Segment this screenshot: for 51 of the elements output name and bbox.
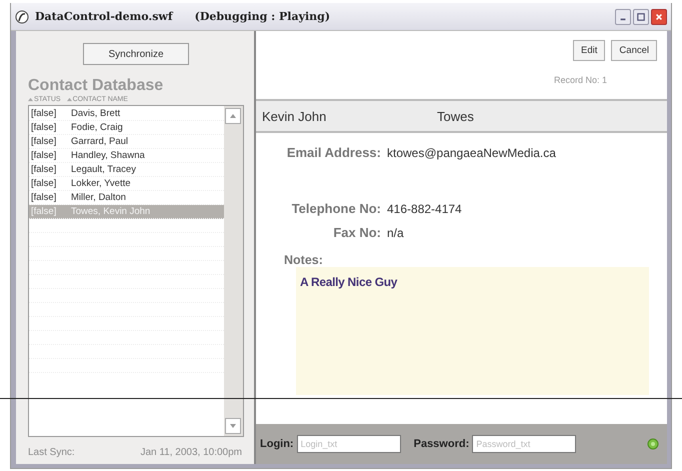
contact-name: Legault, Tracey xyxy=(71,164,136,175)
password-field[interactable]: Password_txt xyxy=(472,435,576,453)
last-sync-value: Jan 11, 2003, 10:00pm xyxy=(140,447,242,458)
status-text: [false] xyxy=(31,164,58,175)
scroll-up-icon[interactable] xyxy=(225,108,241,124)
toolbar-button[interactable]: Cancel xyxy=(611,40,657,61)
status-text: [false] xyxy=(31,136,58,147)
contact-name: Fodie, Craig xyxy=(71,122,123,133)
field-label: Fax No: xyxy=(332,225,381,240)
last-sync-label: Last Sync: xyxy=(28,447,75,458)
field-value: ktowes@pangaeaNewMedia.ca xyxy=(387,146,556,160)
status-text: [false] xyxy=(31,150,58,161)
scroll-down-icon[interactable] xyxy=(225,418,241,434)
close-icon xyxy=(655,12,663,20)
status-text: [false] xyxy=(31,178,58,189)
close-button[interactable] xyxy=(651,8,667,24)
last-name: Towes xyxy=(437,108,474,124)
sort-icon xyxy=(28,97,33,102)
toolbar-button[interactable]: Edit xyxy=(573,40,606,61)
login-label: Login: xyxy=(260,438,294,450)
maximize-button[interactable] xyxy=(633,8,649,24)
contact-name: Towes, Kevin John xyxy=(71,206,150,217)
synchronize-button[interactable]: Synchronize xyxy=(83,43,189,65)
contact-name: Davis, Brett xyxy=(71,108,120,119)
maximize-icon xyxy=(637,12,645,20)
record-number: Record No: 1 xyxy=(552,75,608,85)
notes-label: Notes: xyxy=(284,253,324,267)
status-indicator-icon xyxy=(647,438,659,450)
sort-icon xyxy=(66,97,72,102)
status-text: [false] xyxy=(31,192,58,203)
notes-text: A Really Nice Guy xyxy=(300,275,398,289)
contact-name: Lokker, Yvette xyxy=(71,178,131,189)
field-label: Email Address: xyxy=(286,145,381,160)
status-text: [false] xyxy=(31,108,58,119)
status-text: [false] xyxy=(31,122,58,133)
contact-name: Garrard, Paul xyxy=(71,136,128,147)
window-status: (Debugging : Playing) xyxy=(194,10,330,23)
sidebar-heading: Contact Database xyxy=(28,77,164,95)
first-name: Kevin John xyxy=(262,108,328,124)
window-title: DataControl-demo.swf xyxy=(35,10,173,23)
field-label: Telephone No: xyxy=(290,201,381,216)
notes-box[interactable]: A Really Nice Guy xyxy=(296,267,649,395)
password-label: Password: xyxy=(414,438,470,450)
minimize-button[interactable] xyxy=(615,8,631,24)
status-text: [false] xyxy=(31,206,58,217)
field-value: 416-882-4174 xyxy=(387,202,462,216)
login-field[interactable]: Login_txt xyxy=(296,435,401,453)
contact-name: Handley, Shawna xyxy=(71,150,145,161)
scrollbar[interactable] xyxy=(224,106,243,436)
field-value: n/a xyxy=(387,226,404,240)
contact-name: Miller, Dalton xyxy=(71,192,126,203)
